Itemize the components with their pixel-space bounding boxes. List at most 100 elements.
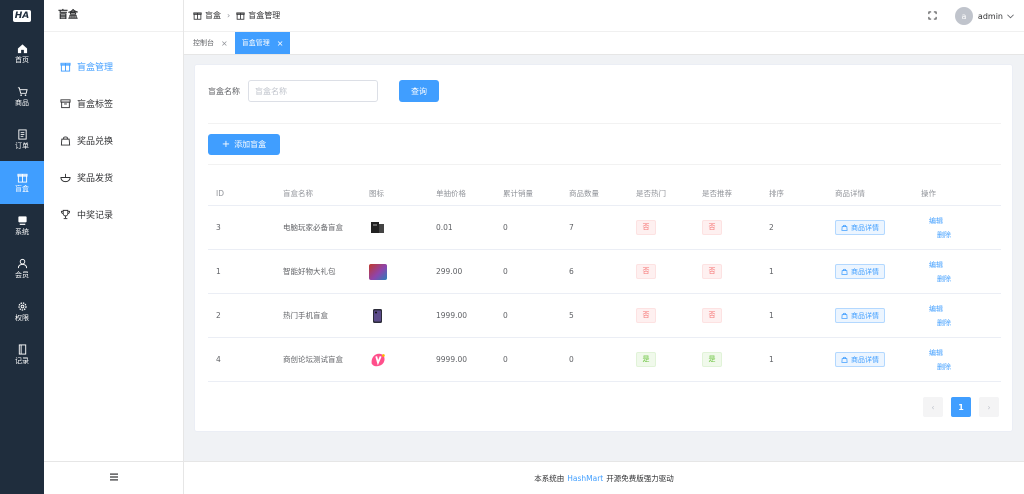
- tab-box-manage[interactable]: 盲盒管理 ×: [234, 32, 291, 54]
- trophy-icon: [59, 209, 71, 221]
- search-button[interactable]: 查询: [399, 80, 439, 102]
- submenu-item-label: 中奖记录: [77, 211, 114, 221]
- avatar[interactable]: a: [954, 7, 973, 25]
- app-root: HA 首页 商品 订单 盲盒 系统 会员 权限 记录 盲盒 盲盒管理 盲盒标签 …: [0, 0, 1024, 494]
- delete-link[interactable]: 删除: [937, 274, 951, 284]
- add-box-button[interactable]: + 添加盲盒: [208, 134, 280, 155]
- breadcrumb: 盲盒 › 盲盒管理: [193, 10, 280, 21]
- product-detail-button[interactable]: 商品详情: [835, 308, 885, 323]
- footer-brand-link[interactable]: HashMart: [567, 474, 603, 483]
- next-page-button[interactable]: ›: [979, 397, 999, 417]
- submenu-item-win-records[interactable]: 中奖记录: [44, 196, 183, 233]
- cell-count: 6: [569, 267, 574, 276]
- breadcrumb-item[interactable]: 盲盒: [205, 10, 221, 21]
- status-badge: 否: [702, 220, 722, 235]
- cell-sort: 1: [769, 311, 774, 320]
- edit-link[interactable]: 编辑: [929, 216, 943, 226]
- status-badge: 否: [702, 308, 722, 323]
- cell-id: 2: [216, 311, 221, 320]
- bag-icon: [841, 268, 848, 275]
- column-header: 单抽价格: [436, 188, 466, 198]
- submenu: 盲盒 盲盒管理 盲盒标签 奖品兑换 奖品发货 中奖记录: [44, 0, 184, 494]
- search-input[interactable]: [248, 80, 378, 102]
- cell-id: 1: [216, 267, 221, 276]
- bag-icon: [841, 356, 848, 363]
- status-badge: 否: [636, 264, 656, 279]
- close-icon[interactable]: ×: [221, 39, 228, 48]
- table-row: 3 电脑玩家必备盲盒 0.01 0 7 否 否 2 商品详情 编辑 删除: [208, 206, 1001, 250]
- cell-count: 7: [569, 223, 574, 232]
- rail-item-members[interactable]: 会员: [0, 247, 44, 290]
- cell-price: 9999.00: [436, 355, 468, 364]
- cell-count: 0: [569, 355, 574, 364]
- cell-recommend: 是: [702, 352, 769, 367]
- status-badge: 否: [702, 264, 722, 279]
- cell-name: 电脑玩家必备盲盒: [283, 223, 343, 232]
- cell-hot: 是: [636, 352, 702, 367]
- prev-page-button[interactable]: ‹: [923, 397, 943, 417]
- delete-link[interactable]: 删除: [937, 362, 951, 372]
- tab-dashboard[interactable]: 控制台 ×: [186, 32, 235, 54]
- search-label: 盲盒名称: [208, 86, 240, 96]
- submenu-item-prize-shipping[interactable]: 奖品发货: [44, 159, 183, 196]
- cell-name: 热门手机盲盒: [283, 311, 328, 320]
- rail-item-orders[interactable]: 订单: [0, 118, 44, 161]
- table-header: ID 盲盒名称 图标 单抽价格 累计销量 商品数量 是否热门 是否推荐 排序 商…: [208, 181, 1001, 206]
- fullscreen-icon[interactable]: [928, 10, 937, 22]
- rail-item-label: 商品: [15, 99, 29, 107]
- chevron-down-icon[interactable]: [1007, 12, 1014, 21]
- submenu-item-box-manage[interactable]: 盲盒管理: [44, 48, 183, 85]
- product-detail-button[interactable]: 商品详情: [835, 220, 885, 235]
- edit-link[interactable]: 编辑: [929, 304, 943, 314]
- divider: [208, 164, 1001, 165]
- rail-item-goods[interactable]: 商品: [0, 75, 44, 118]
- submenu-item-box-tags[interactable]: 盲盒标签: [44, 85, 183, 122]
- cell-sales: 0: [503, 355, 508, 364]
- table-row: 4 商创论坛测试盲盒 9999.00 0 0 是 是 1 商品详情 编辑 删除: [208, 338, 1001, 382]
- cell-sort: 1: [769, 355, 774, 364]
- cell-recommend: 否: [702, 220, 769, 235]
- cell-actions: 编辑 删除: [921, 213, 1001, 243]
- rail-item-records[interactable]: 记录: [0, 333, 44, 376]
- delete-link[interactable]: 删除: [937, 230, 951, 240]
- tab-label: 控制台: [193, 39, 214, 47]
- delete-link[interactable]: 删除: [937, 318, 951, 328]
- collapse-menu-button[interactable]: [44, 461, 183, 494]
- home-icon: [17, 42, 28, 54]
- edit-link[interactable]: 编辑: [929, 260, 943, 270]
- header-right: a admin: [928, 0, 1014, 32]
- hamburger-icon: [109, 473, 119, 483]
- rail-item-system[interactable]: 系统: [0, 204, 44, 247]
- cell-detail: 商品详情: [835, 352, 921, 367]
- product-detail-button[interactable]: 商品详情: [835, 352, 885, 367]
- footer-suffix: 开源免费版强力驱动: [606, 473, 674, 483]
- cell-hot: 否: [636, 308, 702, 323]
- product-detail-button[interactable]: 商品详情: [835, 264, 885, 279]
- cell-price: 0.01: [436, 223, 453, 232]
- box-table: ID 盲盒名称 图标 单抽价格 累计销量 商品数量 是否热门 是否推荐 排序 商…: [208, 181, 1001, 382]
- cell-id: 3: [216, 223, 221, 232]
- page-number-button[interactable]: 1: [951, 397, 971, 417]
- rail-item-blindbox[interactable]: 盲盒: [0, 161, 44, 204]
- rail-item-home[interactable]: 首页: [0, 32, 44, 75]
- divider: [208, 123, 1001, 124]
- close-icon[interactable]: ×: [277, 39, 284, 48]
- cell-name: 智能好物大礼包: [283, 267, 336, 276]
- rail-item-permissions[interactable]: 权限: [0, 290, 44, 333]
- rail-item-label: 盲盒: [15, 185, 29, 193]
- submenu-item-prize-exchange[interactable]: 奖品兑换: [44, 122, 183, 159]
- column-header: 盲盒名称: [283, 188, 313, 198]
- rail-item-label: 订单: [15, 142, 29, 150]
- logo[interactable]: HA: [0, 0, 44, 32]
- cell-name: 商创论坛测试盲盒: [283, 355, 343, 364]
- product-detail-label: 商品详情: [851, 311, 879, 320]
- box-thumbnail-image: [369, 307, 387, 324]
- cell-id: 4: [216, 355, 221, 364]
- column-header: 是否热门: [636, 188, 666, 198]
- box-thumbnail-image: [369, 219, 387, 236]
- bowl-icon: [59, 172, 71, 184]
- user-name[interactable]: admin: [978, 12, 1003, 21]
- column-header: 商品数量: [569, 188, 599, 198]
- edit-link[interactable]: 编辑: [929, 348, 943, 358]
- add-box-label: 添加盲盒: [234, 140, 267, 149]
